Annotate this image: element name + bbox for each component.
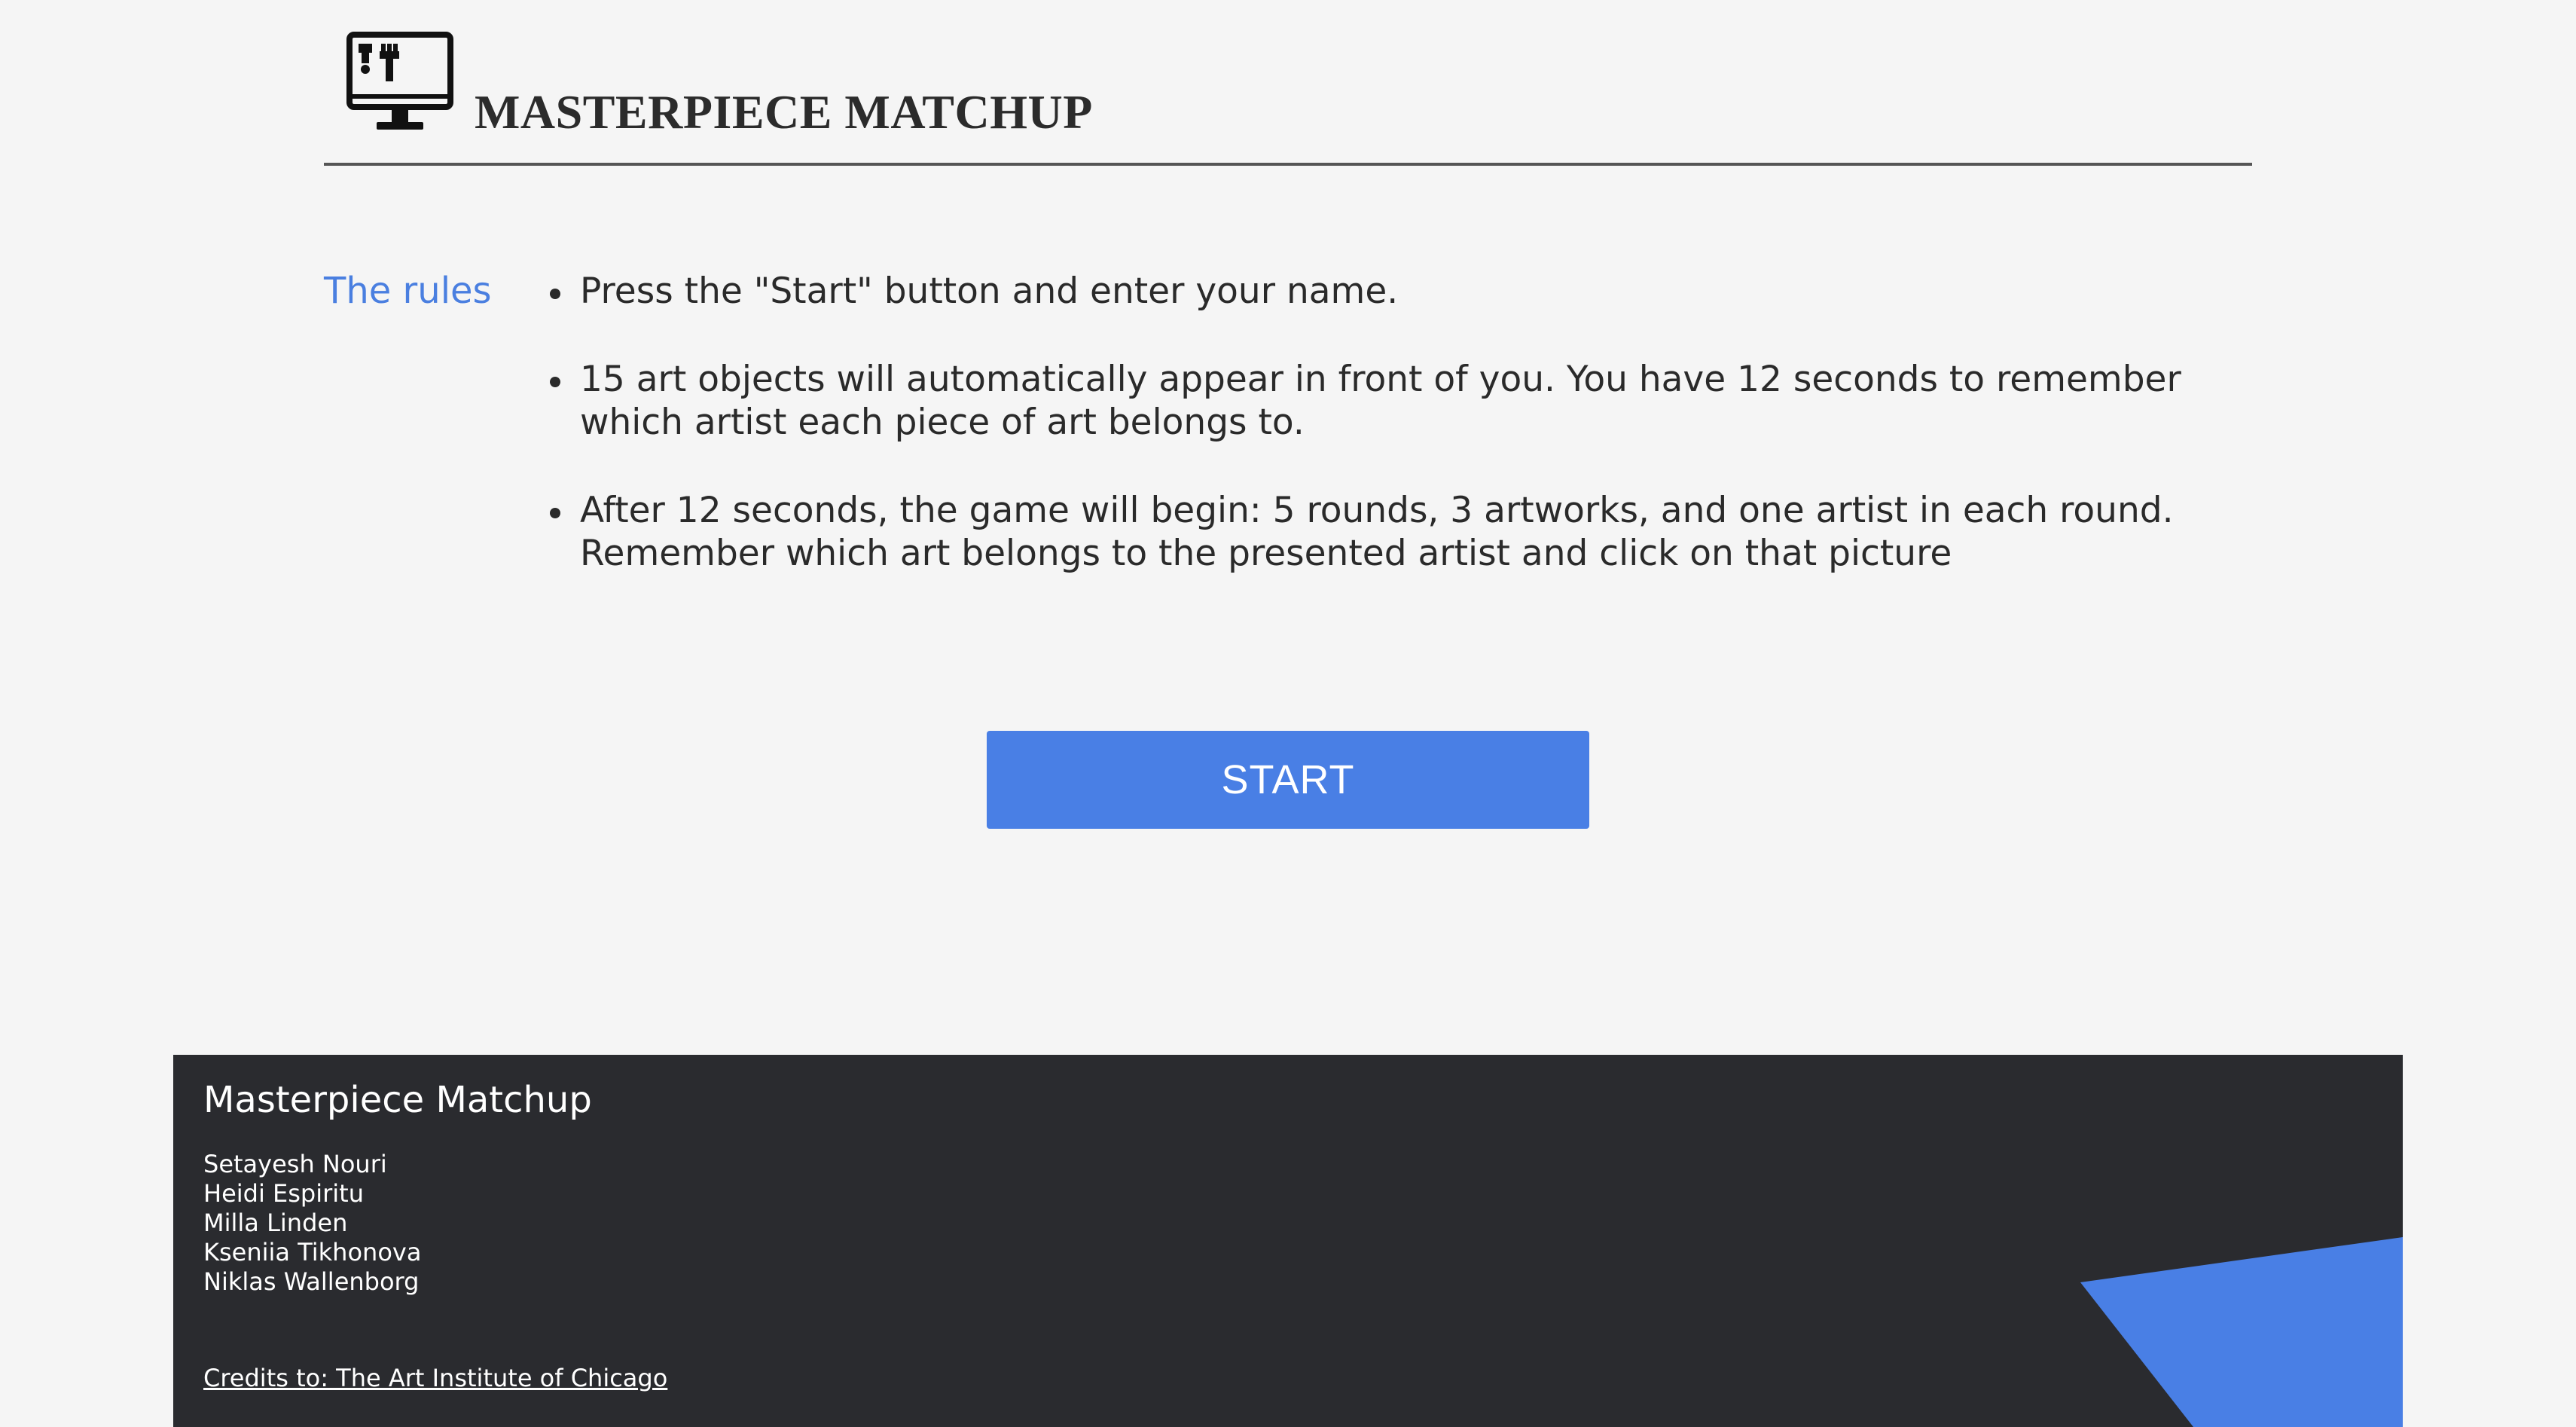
rules-list: Press the "Start" button and enter your …	[548, 270, 2205, 620]
rule-item: 15 art objects will automatically appear…	[548, 358, 2205, 444]
footer-title: Masterpiece Matchup	[203, 1079, 592, 1121]
credits-link[interactable]: Credits to: The Art Institute of Chicago	[203, 1364, 667, 1392]
rules-heading: The rules	[324, 270, 492, 312]
author-name: Milla Linden	[203, 1209, 348, 1237]
author-name: Heidi Espiritu	[203, 1179, 364, 1208]
author-name: Setayesh Nouri	[203, 1150, 387, 1178]
author-name: Kseniia Tikhonova	[203, 1238, 422, 1267]
start-button[interactable]: START	[987, 731, 1589, 829]
page-title: MASTERPIECE MATCHUP	[475, 85, 1093, 139]
page-header: MASTERPIECE MATCHUP	[324, 27, 2252, 166]
author-list: Setayesh Nouri Heidi Espiritu Milla Lind…	[203, 1150, 421, 1297]
monitor-paintbrush-icon	[346, 32, 453, 130]
rule-item: Press the "Start" button and enter your …	[548, 270, 2205, 313]
rule-item: After 12 seconds, the game will begin: 5…	[548, 489, 2205, 575]
author-name: Niklas Wallenborg	[203, 1267, 420, 1296]
footer: Masterpiece Matchup Setayesh Nouri Heidi…	[173, 1055, 2403, 1427]
